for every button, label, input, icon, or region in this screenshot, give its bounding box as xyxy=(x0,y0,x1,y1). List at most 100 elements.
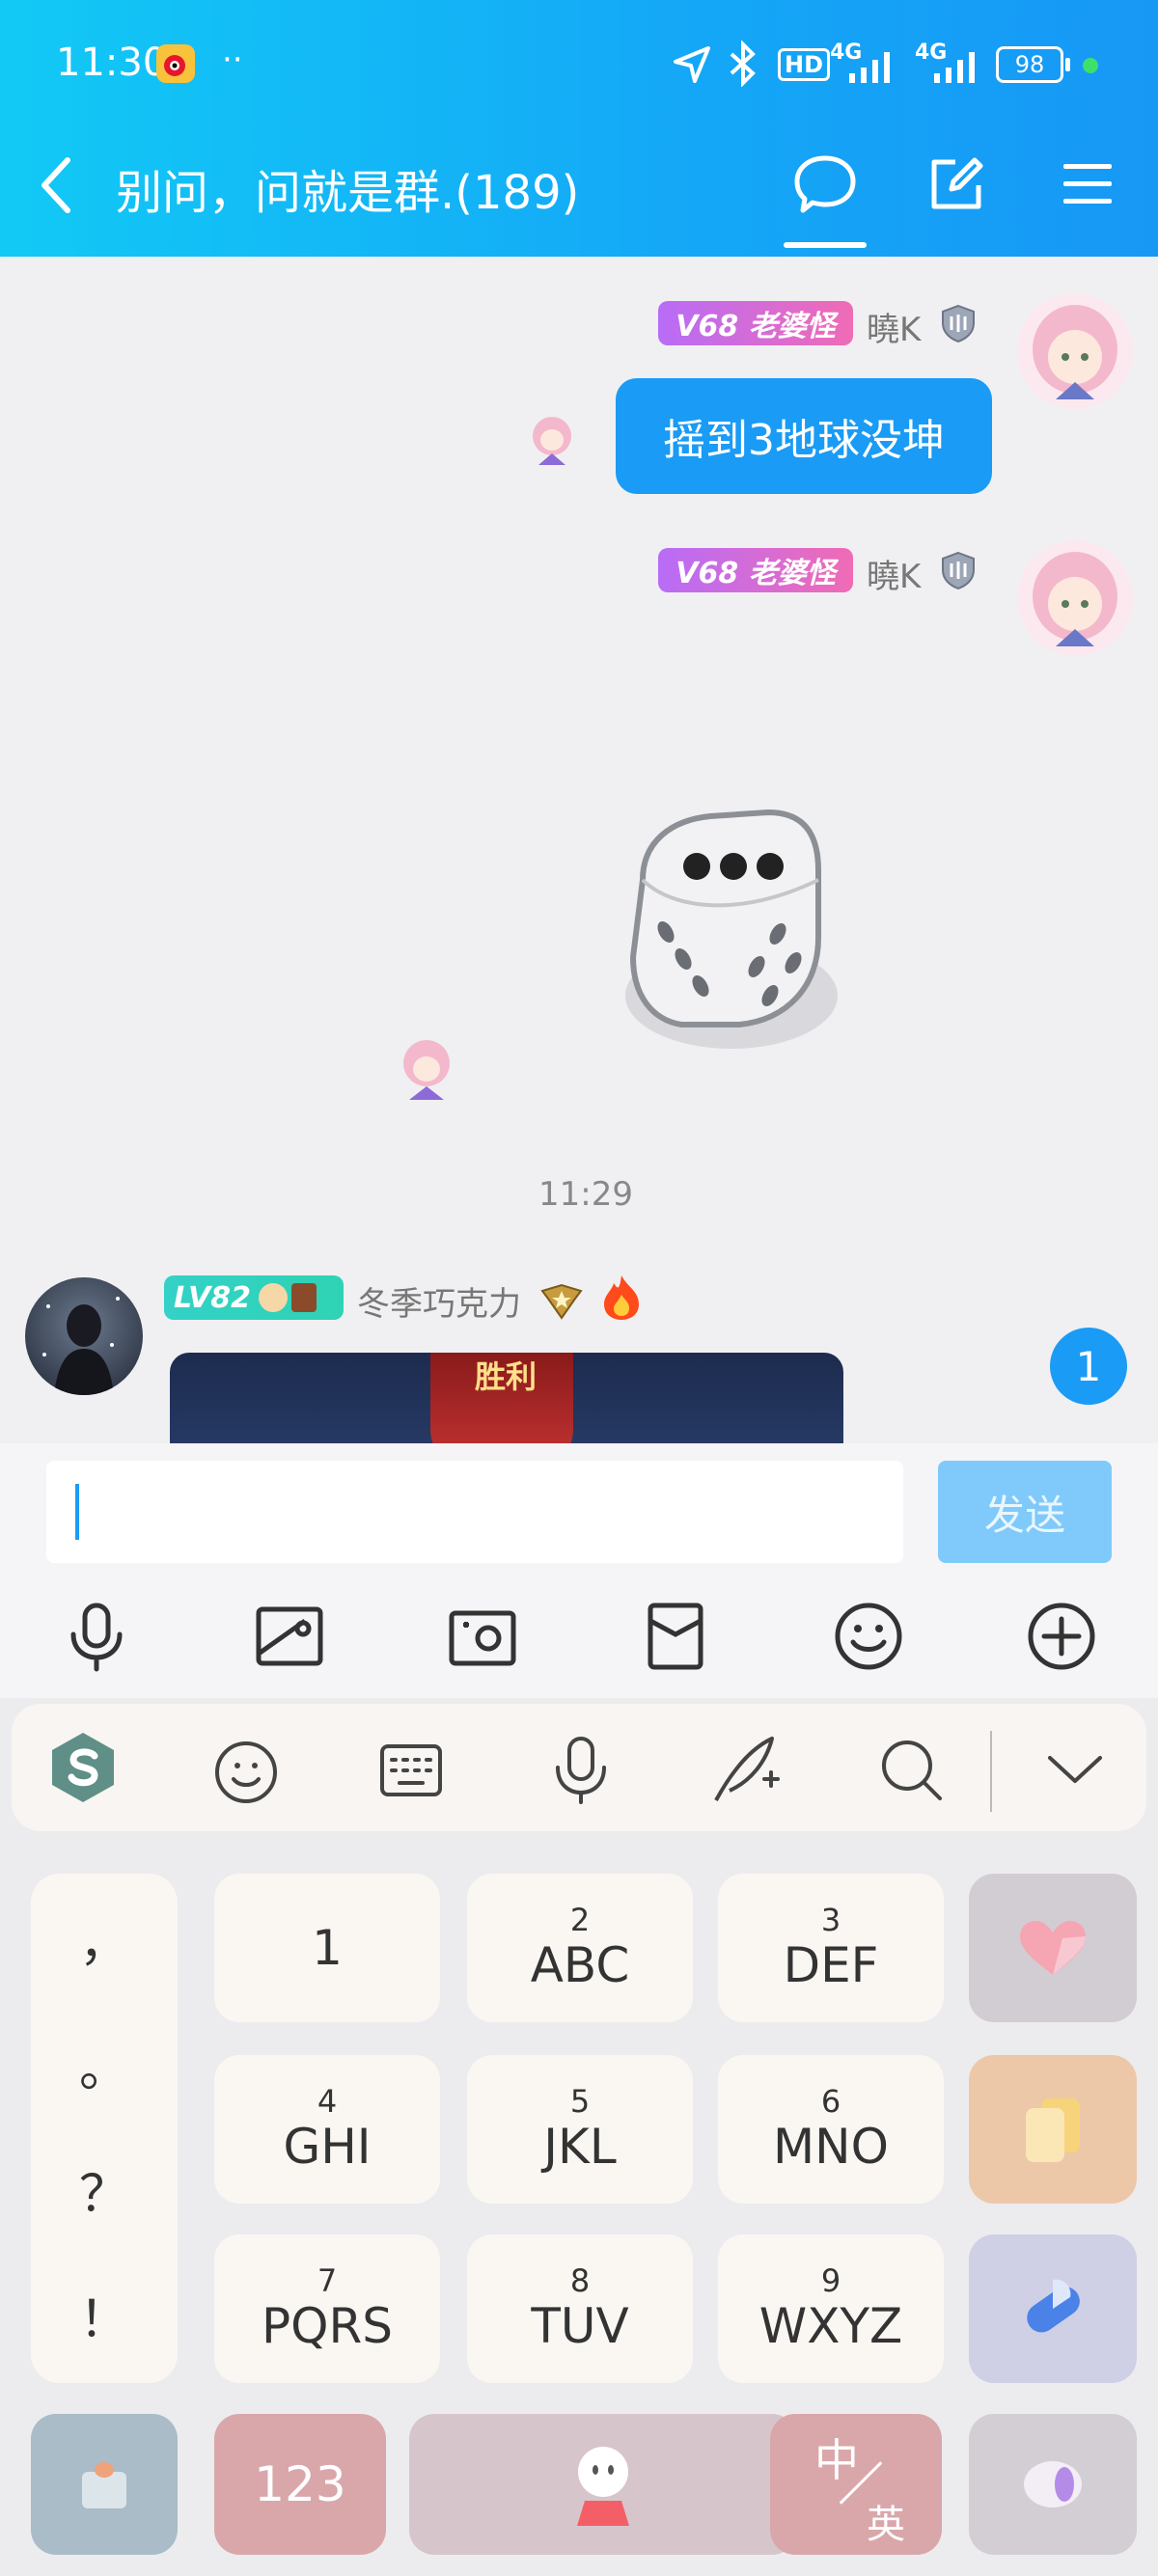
punct-key[interactable]: ， xyxy=(31,1903,178,1975)
incoming-avatar[interactable] xyxy=(25,1277,143,1395)
key-letters: JKL xyxy=(543,2119,617,2175)
heart-icon xyxy=(1020,1921,1086,1975)
message-bubble[interactable]: 摇到3地球没坤 xyxy=(616,378,992,494)
battery-level: 98 xyxy=(1014,51,1045,78)
edit-note-icon[interactable] xyxy=(926,154,986,214)
key-8[interactable]: 8 TUV xyxy=(467,2234,693,2383)
key-number: 2 xyxy=(569,1902,591,1938)
clipboard-key[interactable] xyxy=(969,2055,1137,2204)
language-switch-key[interactable]: 中 英 xyxy=(770,2414,942,2555)
dice-icon[interactable] xyxy=(604,803,855,1054)
gallery-icon[interactable] xyxy=(251,1598,328,1675)
key-6[interactable]: 6 MNO xyxy=(718,2055,944,2204)
shared-image[interactable]: 胜利 xyxy=(170,1353,843,1443)
message-text: 摇到3地球没坤 xyxy=(663,416,945,465)
emoji-icon[interactable] xyxy=(830,1598,907,1675)
red-packet-icon[interactable] xyxy=(637,1598,714,1675)
member-level-badge: LV82 xyxy=(164,1275,344,1320)
menu-icon[interactable] xyxy=(1062,162,1114,206)
capsule-icon xyxy=(1027,2279,1080,2333)
sender-nickname: 曉K xyxy=(867,311,922,349)
key-number: 4 xyxy=(317,2083,338,2120)
emoji-panel-icon[interactable] xyxy=(212,1739,280,1806)
keyboard-layout-icon[interactable] xyxy=(378,1740,444,1800)
sender-avatar[interactable] xyxy=(1017,540,1133,656)
key-letters: GHI xyxy=(283,2119,372,2175)
signal-icon-2 xyxy=(934,52,975,83)
send-label: 发送 xyxy=(983,1491,1065,1539)
voice-input-icon[interactable] xyxy=(550,1735,612,1806)
fire-icon xyxy=(604,1275,639,1320)
chat-header: 11:30 ·· HD 4G 4G 98 别问，问就是群.(189) xyxy=(0,0,1158,257)
unread-count-badge[interactable]: 1 xyxy=(1050,1328,1127,1405)
key-number: 7 xyxy=(317,2262,338,2299)
battery-icon: 98 xyxy=(996,46,1063,83)
microphone-icon[interactable] xyxy=(58,1598,135,1675)
key-number: 5 xyxy=(569,2083,591,2120)
location-icon xyxy=(674,46,710,83)
send-button[interactable]: 发送 xyxy=(938,1461,1112,1563)
key-letters: MNO xyxy=(773,2119,889,2175)
numbers-key[interactable]: 123 xyxy=(214,2414,386,2555)
key-9[interactable]: 9 WXYZ xyxy=(718,2234,944,2383)
sogou-logo-icon[interactable] xyxy=(46,1731,120,1804)
key-5[interactable]: 5 JKL xyxy=(467,2055,693,2204)
punct-key[interactable]: ？ xyxy=(31,2153,178,2226)
message-list[interactable]: V68 老婆怪 曉K 摇到3地球没坤 V68 老婆怪 曉K 11:29 LV82… xyxy=(0,257,1158,1443)
orb-icon xyxy=(1024,2461,1082,2507)
favorites-key[interactable] xyxy=(969,1874,1137,2022)
bluetooth-icon xyxy=(730,41,756,87)
punct-key[interactable]: 。 xyxy=(31,2028,178,2100)
key-letters: WXYZ xyxy=(758,2298,903,2354)
numbers-key-label: 123 xyxy=(254,2456,346,2512)
sender-avatar[interactable] xyxy=(1017,293,1133,409)
signal-icon-1 xyxy=(849,52,890,83)
read-receipt-sticker xyxy=(521,407,583,469)
key-1[interactable]: 1 xyxy=(214,1874,440,2022)
template-key[interactable] xyxy=(31,2414,178,2555)
dog-icon xyxy=(258,1283,288,1312)
key-letters: PQRS xyxy=(262,2298,393,2354)
key-letters: ABC xyxy=(530,1937,630,1993)
message-input[interactable] xyxy=(46,1461,903,1563)
punctuation-column[interactable]: ， 。 ？ ！ xyxy=(31,1874,178,2383)
capsule-key[interactable] xyxy=(969,2234,1137,2383)
key-letters: TUV xyxy=(531,2298,629,2354)
message-composer: 发送 xyxy=(0,1443,1158,1698)
badge-text: V68 老婆怪 xyxy=(676,310,836,343)
key-7[interactable]: 7 PQRS xyxy=(214,2234,440,2383)
key-number: 8 xyxy=(569,2262,591,2299)
key-number: 3 xyxy=(820,1902,841,1938)
back-arrow-icon[interactable] xyxy=(37,156,75,214)
chocolate-icon xyxy=(290,1283,317,1312)
cup-icon xyxy=(82,2462,126,2508)
toolbar-divider xyxy=(990,1731,992,1812)
active-dot-icon xyxy=(1083,58,1098,73)
plus-circle-icon[interactable] xyxy=(1023,1598,1100,1675)
more-dots-icon: ·· xyxy=(222,41,243,79)
key-4[interactable]: 4 GHI xyxy=(214,2055,440,2204)
enter-key[interactable] xyxy=(969,2414,1137,2555)
handwriting-icon[interactable] xyxy=(708,1733,782,1806)
rank-shield-icon xyxy=(942,551,975,590)
mascot-icon xyxy=(577,2447,629,2526)
image-caption: 胜利 xyxy=(475,1358,538,1395)
space-key[interactable] xyxy=(409,2414,797,2555)
active-tab-indicator xyxy=(784,242,867,248)
key-3[interactable]: 3 DEF xyxy=(718,1874,944,2022)
punct-key[interactable]: ！ xyxy=(31,2279,178,2351)
collapse-keyboard-icon[interactable] xyxy=(1046,1752,1104,1787)
read-receipt-sticker xyxy=(390,1030,463,1104)
weibo-app-icon xyxy=(156,44,195,83)
badge-text: LV82 xyxy=(174,1280,251,1315)
camera-icon[interactable] xyxy=(444,1598,521,1675)
keyboard-toolbar xyxy=(12,1704,1146,1831)
key-number: 9 xyxy=(820,2262,841,2299)
gold-rank-icon xyxy=(540,1283,583,1320)
lang-key-bottom: 英 xyxy=(867,2503,905,2547)
search-icon[interactable] xyxy=(878,1737,946,1804)
chat-bubble-icon[interactable] xyxy=(793,152,857,216)
rank-shield-icon xyxy=(942,304,975,343)
key-number: 6 xyxy=(820,2083,841,2120)
key-2[interactable]: 2 ABC xyxy=(467,1874,693,2022)
